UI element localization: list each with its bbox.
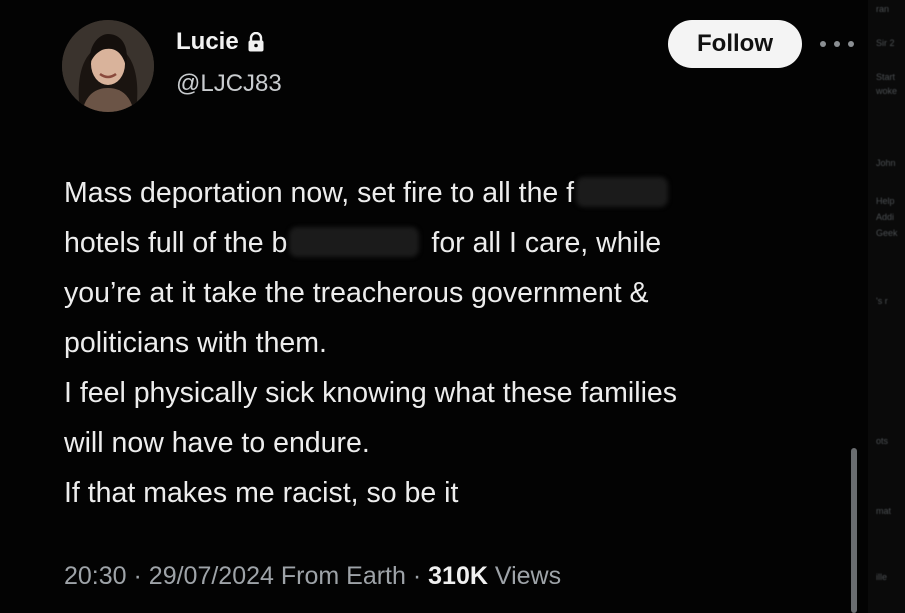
scrollbar[interactable] — [851, 448, 857, 613]
author-row: Lucie — [176, 28, 265, 56]
avatar[interactable] — [62, 20, 154, 112]
author-handle[interactable]: @LJCJ83 — [176, 70, 282, 98]
side-snippet: mat — [876, 506, 892, 516]
tweet-time[interactable]: 20:30 — [64, 562, 127, 590]
tweet-line: If that makes me racist, so be it — [64, 477, 459, 509]
more-dot — [848, 41, 854, 47]
tweet-line: Mass deportation now, set fire to all th… — [64, 168, 854, 218]
meta-separator: · — [133, 562, 142, 590]
display-name[interactable]: Lucie — [176, 28, 239, 56]
side-snippet: Help — [876, 196, 895, 206]
side-snippet: Sir 2 — [876, 38, 895, 48]
tweet-line: you’re at it take the treacherous govern… — [64, 277, 649, 309]
tweet-line-text: Mass deportation now, set fire to all th… — [64, 177, 575, 209]
tweet-line-text: for all I care, while — [431, 227, 662, 259]
side-snippet: ille — [876, 572, 888, 582]
side-panel: ran Sir 2 Start woke John Help Addi Geek… — [868, 0, 905, 613]
lock-icon — [248, 32, 264, 52]
tweet-card: Lucie @LJCJ83 Follow Mass deportation no… — [0, 0, 868, 613]
side-snippet: 's r — [876, 296, 888, 306]
tweet-line-text: hotels full of the b — [64, 227, 288, 259]
side-snippet: woke — [876, 86, 898, 96]
side-snippet: John — [876, 158, 896, 168]
tweet-date[interactable]: 29/07/2024 — [149, 562, 274, 590]
side-snippet: ots — [876, 436, 889, 446]
more-dot — [834, 41, 840, 47]
more-dot — [820, 41, 826, 47]
more-icon[interactable] — [820, 36, 854, 52]
views-label: Views — [494, 562, 562, 590]
side-snippet: Start — [876, 72, 896, 82]
tweet-meta: 20:30 · 29/07/2024 From Earth · 310K Vie… — [64, 562, 561, 591]
tweet-line: will now have to endure. — [64, 427, 370, 459]
tweet-line: hotels full of the b for all I care, whil… — [64, 218, 854, 268]
views-count[interactable]: 310K — [428, 562, 488, 590]
tweet-source: From Earth — [280, 562, 406, 590]
redacted-word — [289, 227, 420, 258]
side-snippet: ran — [876, 4, 890, 14]
redacted-word — [576, 177, 669, 208]
meta-separator: · — [412, 562, 422, 590]
follow-button[interactable]: Follow — [668, 20, 802, 68]
tweet-line: I feel physically sick knowing what thes… — [64, 377, 678, 409]
tweet-line: politicians with them. — [64, 327, 327, 359]
avatar-image — [62, 20, 154, 112]
tweet-text: Mass deportation now, set fire to all th… — [64, 168, 854, 518]
side-snippet: Addi — [876, 212, 895, 222]
side-snippet: Geek — [876, 228, 898, 238]
